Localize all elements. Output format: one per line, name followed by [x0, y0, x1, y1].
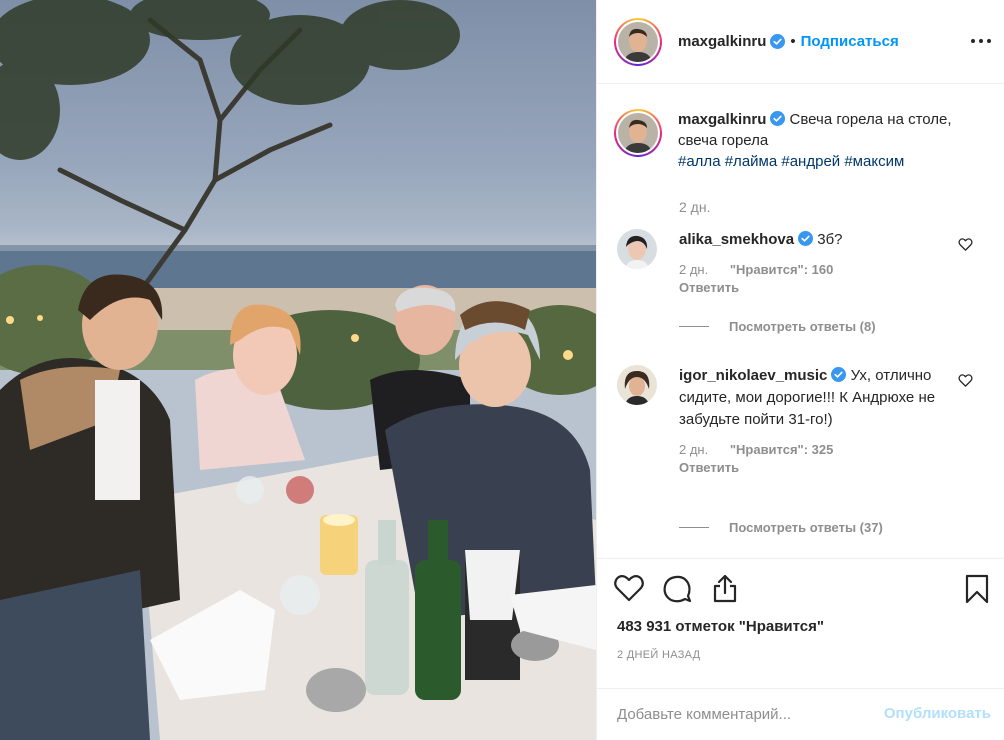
reply-button[interactable]: Ответить [679, 459, 949, 477]
post-header: maxgalkinru • Подписаться [597, 0, 1004, 84]
likes-count[interactable]: 483 931 отметок "Нравится" [617, 618, 824, 635]
hashtag-link[interactable]: #алла [678, 153, 721, 170]
comment-timestamp[interactable]: 2 дн. [679, 442, 708, 457]
separator-dot: • [790, 33, 796, 50]
caption-author-avatar[interactable] [614, 109, 662, 157]
post-actions: 483 931 отметок "Нравится" 2 ДНЕЙ НАЗАД [597, 558, 1004, 688]
bookmark-icon[interactable] [961, 573, 993, 605]
commenter-avatar[interactable] [617, 229, 657, 269]
avatar-image [617, 365, 657, 405]
avatar-image [618, 113, 658, 153]
commenter-avatar[interactable] [617, 365, 657, 405]
commenter-username[interactable]: igor_nikolaev_music [679, 367, 827, 384]
divider-line [679, 326, 709, 327]
post-photo[interactable] [0, 0, 596, 740]
photo-illustration [0, 0, 596, 740]
comment-input[interactable] [617, 706, 867, 723]
post-side-panel: maxgalkinru • Подписаться maxgalkinru Св… [596, 0, 1004, 740]
caption-username[interactable]: maxgalkinru [678, 111, 766, 128]
hashtag-link[interactable]: #максим [844, 153, 904, 170]
comment-like-heart-icon[interactable] [958, 237, 973, 252]
hashtag-link[interactable]: #лайма [725, 153, 777, 170]
avatar-image [618, 21, 658, 62]
instagram-post: maxgalkinru • Подписаться maxgalkinru Св… [0, 0, 1004, 740]
share-icon[interactable] [709, 573, 741, 605]
reply-button[interactable]: Ответить [679, 279, 949, 297]
verified-badge-icon [831, 367, 847, 382]
comment-likes[interactable]: "Нравится": 325 [730, 442, 834, 457]
comment-like-heart-icon[interactable] [958, 373, 973, 388]
comment-item: alika_smekhova 3б? 2 дн. "Нравится": 160… [617, 229, 997, 297]
verified-badge-icon [798, 231, 814, 246]
view-replies-label[interactable]: Посмотреть ответы (37) [729, 520, 883, 535]
author-avatar[interactable] [614, 17, 662, 66]
hashtag-link[interactable]: #андрей [781, 153, 840, 170]
view-replies-button[interactable]: Посмотреть ответы (37) [679, 520, 883, 535]
follow-button[interactable]: Подписаться [801, 33, 899, 50]
commenter-username[interactable]: alika_smekhova [679, 231, 794, 248]
add-comment-bar: Опубликовать [597, 688, 1004, 740]
verified-badge-icon [770, 111, 786, 126]
verified-badge-icon [770, 34, 786, 49]
post-caption: maxgalkinru Свеча горела на столе, свеча… [614, 109, 968, 172]
more-options-icon[interactable] [969, 29, 993, 53]
view-replies-label[interactable]: Посмотреть ответы (8) [729, 319, 876, 334]
view-replies-button[interactable]: Посмотреть ответы (8) [679, 319, 876, 334]
publish-button[interactable]: Опубликовать [884, 705, 991, 722]
post-timestamp[interactable]: 2 ДНЕЙ НАЗАД [617, 649, 700, 661]
caption-timestamp[interactable]: 2 дн. [679, 199, 710, 215]
comment-text: 3б? [817, 231, 843, 248]
comment-icon[interactable] [661, 573, 693, 605]
comment-item: igor_nikolaev_music Ух, отлично сидите, … [617, 365, 997, 477]
comments-section[interactable]: maxgalkinru Свеча горела на столе, свеча… [597, 85, 1004, 557]
avatar-image [617, 229, 657, 269]
author-username[interactable]: maxgalkinru [678, 33, 766, 50]
comment-likes[interactable]: "Нравится": 160 [730, 262, 834, 277]
divider-line [679, 527, 709, 528]
heart-icon[interactable] [613, 573, 645, 605]
comment-timestamp[interactable]: 2 дн. [679, 262, 708, 277]
